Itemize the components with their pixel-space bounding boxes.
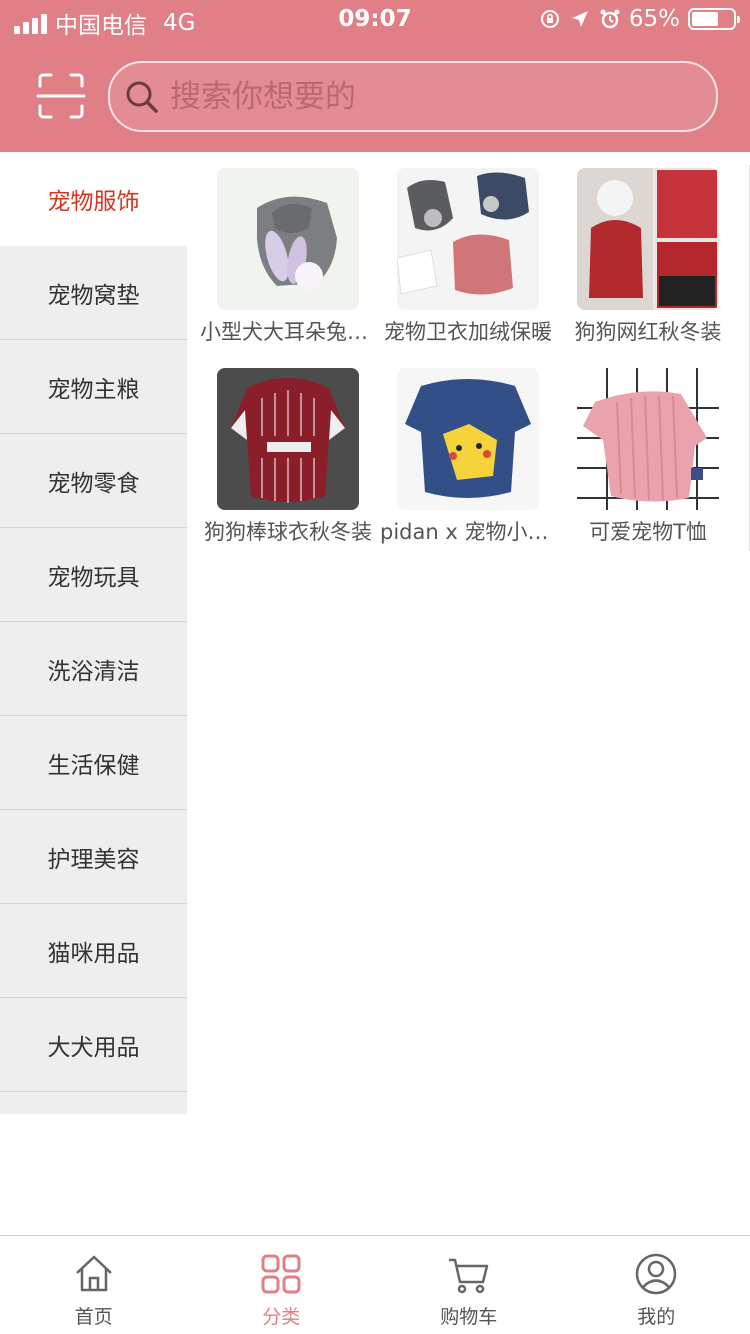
product-image: [217, 368, 359, 510]
profile-icon: [636, 1253, 677, 1295]
cart-icon: [448, 1258, 488, 1294]
header: [0, 42, 750, 152]
bottom-tab-bar: 首页 分类 购物车 我的: [0, 1235, 750, 1334]
product-name: 可爱宠物T恤: [589, 520, 707, 544]
sidebar-item-label: 宠物玩具: [47, 564, 140, 591]
battery-fill: [692, 12, 718, 26]
location-icon: [569, 8, 591, 30]
sidebar-item-pet-beds[interactable]: 宠物窝垫: [0, 246, 187, 340]
sidebar-item-health-care[interactable]: 生活保健: [0, 716, 187, 810]
sidebar-item-label: 宠物主粮: [47, 376, 140, 403]
product-name: 狗狗棒球衣秋冬装: [204, 520, 372, 544]
sidebar-item-label: 宠物零食: [47, 470, 140, 497]
alarm-icon: [599, 8, 621, 30]
tab-cart[interactable]: 购物车: [375, 1236, 563, 1334]
sidebar-item-label: 护理美容: [47, 846, 140, 873]
sidebar-item-pet-toys[interactable]: 宠物玩具: [0, 528, 187, 622]
tab-home[interactable]: 首页: [0, 1236, 188, 1334]
product-grid: 小型犬大耳朵兔子卫衣 宠物卫衣加绒保暖: [200, 165, 750, 551]
search-input[interactable]: [170, 78, 690, 115]
sidebar-item-pet-clothing[interactable]: 宠物服饰: [0, 152, 187, 246]
sidebar-item-label: 宠物服饰: [47, 189, 140, 215]
sidebar-item-large-dog-supplies[interactable]: 大犬用品: [0, 998, 187, 1092]
tab-category[interactable]: 分类: [188, 1236, 376, 1334]
sidebar-item-label: 猫咪用品: [47, 940, 140, 967]
sidebar-item-label: 大犬用品: [47, 1034, 140, 1061]
sidebar-item-bath-cleaning[interactable]: 洗浴清洁: [0, 622, 187, 716]
tab-label: 首页: [74, 1306, 113, 1328]
tab-profile[interactable]: 我的: [563, 1236, 750, 1334]
category-sidebar: 宠物服饰 宠物窝垫 宠物主粮 宠物零食 宠物玩具 洗浴清洁 生活保健 护理美容 …: [0, 152, 187, 1114]
search-bar[interactable]: [108, 61, 718, 132]
product-name: pidan x 宠物小精灵: [380, 520, 556, 544]
search-icon: [126, 81, 158, 113]
product-image: [397, 368, 539, 510]
product-name: 宠物卫衣加绒保暖: [384, 320, 552, 344]
rotation-lock-icon: [539, 8, 561, 30]
sidebar-item-label: 生活保健: [47, 752, 140, 779]
product-image: [577, 368, 719, 510]
battery-icon: [688, 8, 740, 30]
sidebar-item-cat-supplies[interactable]: 猫咪用品: [0, 904, 187, 998]
sidebar-item-pet-food[interactable]: 宠物主粮: [0, 340, 187, 434]
category-icon: [261, 1254, 301, 1294]
tab-label: 分类: [262, 1306, 301, 1328]
sidebar-item-grooming[interactable]: 护理美容: [0, 810, 187, 904]
product-image: [577, 168, 719, 310]
sidebar-item-label: 洗浴清洁: [47, 658, 140, 685]
tab-label: 我的: [637, 1306, 676, 1328]
tab-label: 购物车: [440, 1306, 498, 1328]
status-bar: 中国电信 4G 09:07 65%: [0, 0, 750, 42]
battery-percent: 65%: [628, 6, 680, 32]
home-icon: [75, 1255, 112, 1292]
sidebar-item-label: 宠物窝垫: [47, 282, 140, 309]
product-image: [397, 168, 539, 310]
product-name: 狗狗网红秋冬装: [574, 320, 722, 344]
scan-icon[interactable]: [36, 72, 86, 120]
product-name: 小型犬大耳朵兔子卫衣: [200, 320, 376, 344]
sidebar-item-pet-snacks[interactable]: 宠物零食: [0, 434, 187, 528]
status-right: 65%: [539, 6, 740, 32]
product-image: [217, 168, 359, 310]
